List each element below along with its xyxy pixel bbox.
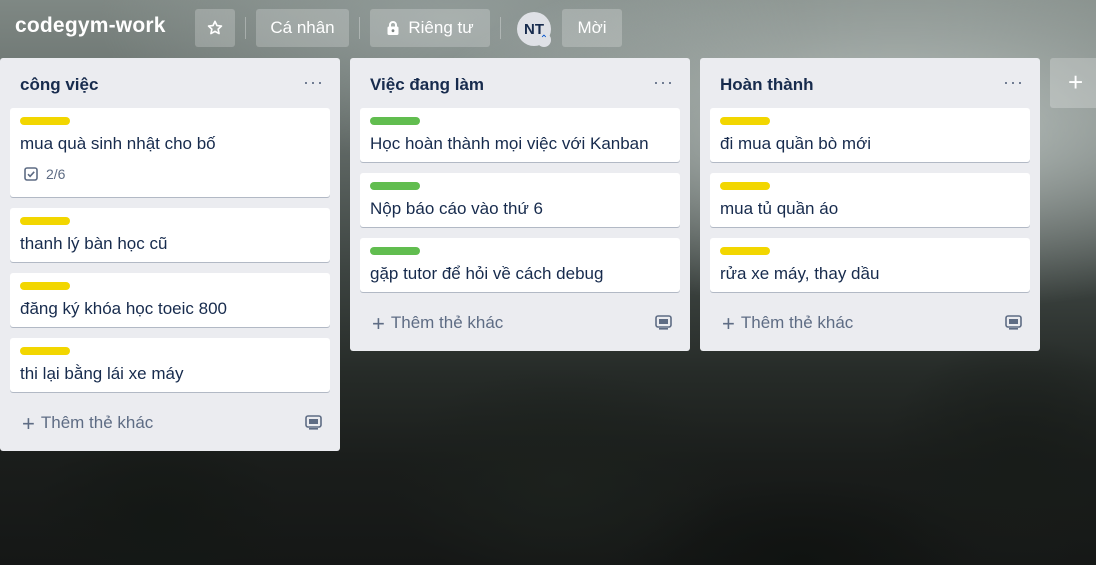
card-title: gặp tutor để hỏi về cách debug xyxy=(370,264,604,283)
card[interactable]: mua quà sinh nhật cho bố 2/6 xyxy=(10,108,330,197)
card-title: mua tủ quần áo xyxy=(720,199,839,218)
checklist-count: 2/6 xyxy=(46,166,66,182)
add-card-label: Thêm thẻ khác xyxy=(40,413,154,432)
card-label-yellow[interactable] xyxy=(20,282,70,290)
plus-icon: + xyxy=(722,310,735,336)
list-cong-viec: công việc ··· mua quà sinh nhật cho bố 2… xyxy=(0,58,340,451)
plus-icon: + xyxy=(22,410,35,436)
card[interactable]: Nộp báo cáo vào thứ 6 xyxy=(360,173,680,227)
card-title: thi lại bằng lái xe máy xyxy=(20,364,184,383)
list-menu-button[interactable]: ··· xyxy=(653,72,674,93)
checklist-icon xyxy=(24,167,38,181)
board-header: codegym-work Cá nhân Riêng tư NT ⌃ Mời xyxy=(0,0,1096,58)
add-card-button[interactable]: + Thêm thẻ khác xyxy=(22,410,154,436)
card-label-yellow[interactable] xyxy=(20,217,70,225)
personal-button[interactable]: Cá nhân xyxy=(256,9,349,47)
card-title: thanh lý bàn học cũ xyxy=(20,234,168,253)
add-list-button[interactable]: + xyxy=(1050,58,1096,108)
add-card-label: Thêm thẻ khác xyxy=(740,313,854,332)
invite-button[interactable]: Mời xyxy=(562,9,622,47)
card-label-yellow[interactable] xyxy=(20,117,70,125)
board-title[interactable]: codegym-work xyxy=(15,14,166,38)
card-label-green[interactable] xyxy=(370,182,420,190)
lock-icon xyxy=(387,21,399,35)
plus-icon: + xyxy=(372,310,385,336)
checklist-badge: 2/6 xyxy=(24,166,65,182)
card-label-yellow[interactable] xyxy=(720,247,770,255)
list-menu-button[interactable]: ··· xyxy=(1003,72,1024,93)
card-title: Học hoàn thành mọi việc với Kanban xyxy=(370,134,649,153)
card-label-yellow[interactable] xyxy=(720,182,770,190)
card[interactable]: thi lại bằng lái xe máy xyxy=(10,338,330,392)
list-menu-button[interactable]: ··· xyxy=(303,72,324,93)
card-template-icon[interactable] xyxy=(1005,314,1022,330)
card-template-icon[interactable] xyxy=(305,414,322,430)
list-title[interactable]: Việc đang làm xyxy=(370,75,484,95)
card-title: đi mua quần bò mới xyxy=(720,134,872,153)
list-viec-dang-lam: Việc đang làm ··· Học hoàn thành mọi việ… xyxy=(350,58,690,351)
card[interactable]: đăng ký khóa học toeic 800 xyxy=(10,273,330,327)
star-button[interactable] xyxy=(195,9,235,47)
list-hoan-thanh: Hoàn thành ··· đi mua quần bò mới mua tủ… xyxy=(700,58,1040,351)
card-template-icon[interactable] xyxy=(655,314,672,330)
card[interactable]: gặp tutor để hỏi về cách debug xyxy=(360,238,680,292)
card-label-green[interactable] xyxy=(370,247,420,255)
card-label-green[interactable] xyxy=(370,117,420,125)
header-divider xyxy=(359,17,360,39)
card-title: đăng ký khóa học toeic 800 xyxy=(20,299,227,318)
admin-chevron-icon: ⌃ xyxy=(537,33,551,47)
list-title[interactable]: công việc xyxy=(20,75,98,95)
card-label-yellow[interactable] xyxy=(20,347,70,355)
add-card-button[interactable]: + Thêm thẻ khác xyxy=(722,310,854,336)
card[interactable]: rửa xe máy, thay dầu xyxy=(710,238,1030,292)
card-title: Nộp báo cáo vào thứ 6 xyxy=(370,199,543,218)
header-divider xyxy=(245,17,246,39)
visibility-label: Riêng tư xyxy=(408,18,474,37)
star-icon xyxy=(207,20,223,35)
list-title[interactable]: Hoàn thành xyxy=(720,75,814,95)
visibility-button[interactable]: Riêng tư xyxy=(370,9,490,47)
card-title: rửa xe máy, thay dầu xyxy=(720,264,880,283)
add-card-button[interactable]: + Thêm thẻ khác xyxy=(372,310,504,336)
add-card-label: Thêm thẻ khác xyxy=(390,313,504,332)
card[interactable]: đi mua quần bò mới xyxy=(710,108,1030,162)
card[interactable]: thanh lý bàn học cũ xyxy=(10,208,330,262)
card[interactable]: mua tủ quần áo xyxy=(710,173,1030,227)
plus-icon: + xyxy=(1068,67,1084,97)
card-title: mua quà sinh nhật cho bố xyxy=(20,134,216,153)
card[interactable]: Học hoàn thành mọi việc với Kanban xyxy=(360,108,680,162)
card-label-yellow[interactable] xyxy=(720,117,770,125)
header-divider xyxy=(500,17,501,39)
